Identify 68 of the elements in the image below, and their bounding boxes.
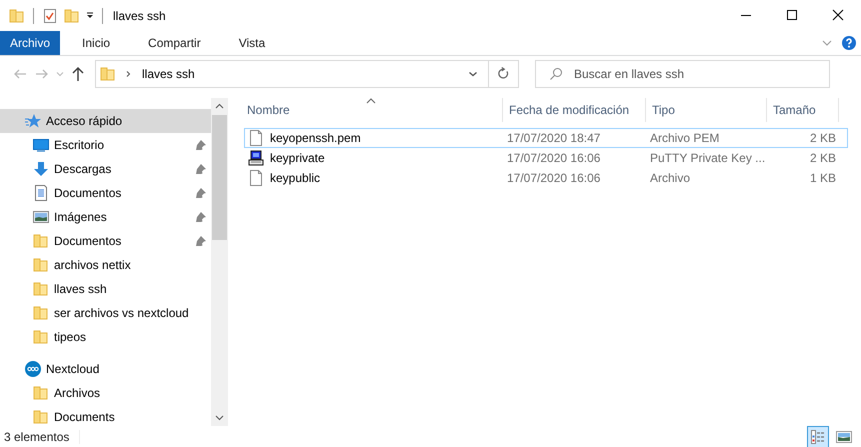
column-header[interactable]: Fecha de modificación [503,98,646,122]
folder-icon [100,66,116,82]
table-cell: 17/07/2020 18:47 [507,131,600,145]
search-icon [549,67,563,81]
up-arrow-icon[interactable] [70,66,86,82]
table-cell: 17/07/2020 16:06 [507,171,600,185]
file-icon [248,170,264,186]
folder-icon [33,305,49,321]
help-icon[interactable] [842,36,856,50]
details-view-button[interactable] [807,426,829,447]
table-cell: 1 KB [810,171,836,185]
folder-icon [33,385,49,401]
file-name: keyopenssh.pem [270,131,361,145]
file-row[interactable]: keyopenssh.pem 17/07/2020 18:47 Archivo PEM 2 KB [244,128,848,148]
folder-icon [33,329,49,345]
nav-item[interactable]: Documentos [0,229,211,253]
nav-item[interactable]: Documents [0,405,211,426]
folder-icon [33,257,49,273]
file-name: keypublic [270,171,320,185]
chevron-right-icon[interactable] [124,70,132,78]
column-header[interactable]: Tipo [646,98,767,122]
dropdown-icon[interactable] [86,12,94,20]
nav-item[interactable]: Imágenes [0,205,211,229]
ribbon-tab[interactable]: Vista [222,31,282,55]
download-arrow-icon [33,161,49,177]
status-text: 3 elementos [4,430,70,444]
nav-item[interactable]: tipeos [0,325,211,349]
nav-item[interactable]: Descargas [0,157,211,181]
breadcrumb[interactable]: llaves ssh [142,67,195,81]
address-bar[interactable]: llaves ssh [95,60,489,88]
sort-caret-icon [366,98,376,104]
nav-item[interactable]: archivos nettix [0,253,211,277]
table-cell: Archivo [650,171,690,185]
file-name: keyprivate [270,151,325,165]
file-icon [248,130,264,146]
nav-item[interactable]: Archivos [0,381,211,405]
nav-item[interactable]: ser archivos vs nextcloud [0,301,211,325]
document-icon [33,185,49,201]
star-icon [25,113,41,129]
nav-item[interactable]: Documentos [0,181,211,205]
ribbon-tab[interactable]: Compartir [132,31,217,55]
window-title: llaves ssh [113,8,166,22]
nav-item[interactable]: llaves ssh [0,277,211,301]
folder-icon [33,281,49,297]
refresh-icon[interactable] [489,60,519,88]
image-icon [33,209,49,225]
ribbon-tab[interactable]: Inicio [66,31,126,55]
column-header[interactable]: Tamaño [767,98,839,122]
table-cell: 17/07/2020 16:06 [507,151,600,165]
folder-icon [33,409,49,425]
details-view-icon [810,428,826,444]
file-row[interactable]: keyprivate 17/07/2020 16:06 PuTTY Private Key ... 2 KB [244,148,848,168]
nav-item[interactable]: Acceso rápido [0,109,211,133]
nav-item[interactable]: Escritorio [0,133,211,157]
search-field[interactable]: Buscar en llaves ssh [535,60,830,88]
column-header[interactable]: Nombre [241,98,503,122]
folder-icon [33,233,49,249]
table-cell: 2 KB [810,151,836,165]
table-cell: 2 KB [810,131,836,145]
scrollbar-thumb[interactable] [212,115,227,240]
table-cell: PuTTY Private Key ... [650,151,766,165]
thumbnails-view-icon [836,428,852,444]
table-cell: Archivo PEM [650,131,720,145]
chevron-down-icon[interactable] [468,69,478,79]
monitor-icon [33,137,49,153]
file-row[interactable]: keypublic 17/07/2020 16:06 Archivo 1 KB [244,168,848,188]
ribbon-tab[interactable]: Archivo [0,31,60,55]
nav-item[interactable]: Nextcloud [0,357,211,381]
